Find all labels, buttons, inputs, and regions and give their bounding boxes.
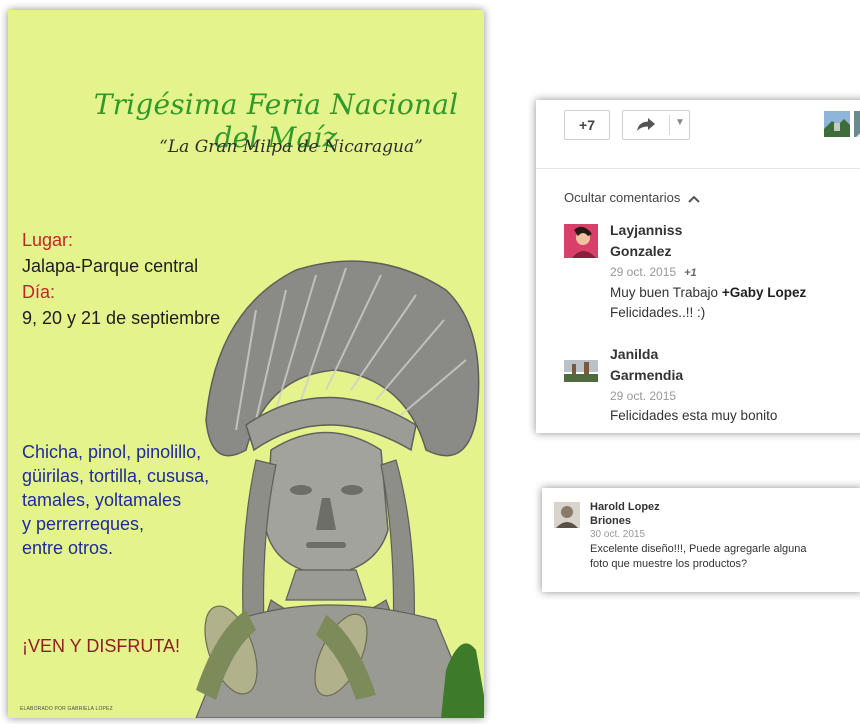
avatar[interactable]: [564, 348, 598, 382]
statue-illustration: [195, 260, 484, 718]
lugar-value: Jalapa-Parque central: [22, 256, 199, 276]
poster-credit: ELABORADO POR GABRIELA LOPEZ: [20, 706, 113, 712]
mention-link[interactable]: +Gaby Lopez: [722, 285, 806, 300]
comment-body: Layjanniss Gonzalez 29 oct. 2015 +1 Muy b…: [610, 220, 850, 323]
comments-card: +7 ▼ Ocultar comentarios Layjanniss Gonz…: [536, 100, 860, 433]
comment-text: Muy buen Trabajo +Gaby Lopez Felicidades…: [610, 283, 850, 323]
avatar[interactable]: [564, 224, 598, 258]
commenter-name[interactable]: Harold Lopez Briones: [590, 500, 850, 528]
commenter-name[interactable]: Janilda Garmendia: [610, 344, 850, 386]
post-toolbar: +7 ▼: [536, 100, 860, 169]
name-line: Garmendia: [610, 367, 684, 383]
comment-text-part: Excelente diseño!!!, Puede agregarle alg…: [590, 543, 807, 555]
avatar[interactable]: [854, 111, 860, 137]
toggle-label: Ocultar comentarios: [564, 190, 681, 205]
hide-comments-toggle[interactable]: Ocultar comentarios: [564, 190, 700, 205]
comment-body: Harold Lopez Briones 30 oct. 2015 Excele…: [590, 500, 850, 572]
comment-text-part: foto que muestre los productos?: [590, 558, 748, 570]
dia-label: Día:: [22, 282, 56, 302]
name-line: Janilda: [610, 346, 659, 362]
comment-date: 30 oct. 2015: [590, 529, 646, 540]
plus-one-button[interactable]: +7: [564, 110, 610, 140]
avatar[interactable]: [554, 502, 580, 528]
chevron-down-icon[interactable]: ▼: [675, 117, 685, 128]
commenter-name[interactable]: Layjanniss Gonzalez: [610, 220, 850, 262]
comment-text-part: Felicidades..!! :): [610, 305, 706, 320]
poster-subtitle: “La Gran Milpa de Nicaragua”: [159, 137, 423, 157]
avatar[interactable]: [824, 111, 850, 137]
plus-one-count[interactable]: +1: [684, 267, 697, 279]
name-line: Harold Lopez: [590, 501, 660, 513]
share-button[interactable]: ▼: [622, 110, 690, 140]
name-line: Briones: [590, 515, 631, 527]
chevron-up-icon: [688, 195, 700, 203]
comment-card: Harold Lopez Briones 30 oct. 2015 Excele…: [542, 488, 860, 592]
name-line: Layjanniss: [610, 222, 683, 238]
comment-date: 29 oct. 2015 +1: [610, 262, 850, 283]
share-arrow-icon: [637, 118, 655, 131]
event-poster: Trigésima Feria Nacional del Maíz “La Gr…: [8, 10, 484, 718]
comment-text: Felicidades esta muy bonito: [610, 408, 778, 423]
comment-text-part: Muy buen Trabajo: [610, 285, 722, 300]
comment-text: Excelente diseño!!!, Puede agregarle alg…: [590, 542, 850, 572]
name-line: Gonzalez: [610, 243, 672, 259]
comment-date: 29 oct. 2015: [610, 389, 677, 403]
lugar-label: Lugar:: [22, 230, 74, 250]
comment-body: Janilda Garmendia 29 oct. 2015 Felicidad…: [610, 344, 850, 426]
button-divider: [669, 115, 670, 135]
poster-call-to-action: ¡VEN Y DISFRUTA!: [22, 636, 181, 656]
date-text: 29 oct. 2015: [610, 265, 677, 279]
